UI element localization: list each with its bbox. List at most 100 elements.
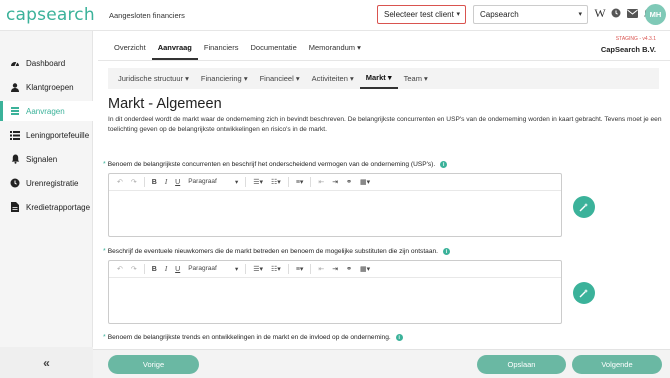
logo[interactable]: capsearch <box>0 5 97 25</box>
align-icon[interactable]: ≡▾ <box>292 261 308 278</box>
paragraph-select-value: Paragraaf <box>188 178 217 185</box>
toolbar-separator <box>310 264 312 274</box>
redo-icon[interactable]: ↷ <box>127 174 141 191</box>
outdent-icon[interactable]: ⇤ <box>314 261 328 278</box>
bullet-list-icon[interactable]: ☰▾ <box>249 261 267 278</box>
numbered-list-icon[interactable]: ☷▾ <box>267 261 285 278</box>
paragraph-select-value: Paragraaf <box>188 265 217 272</box>
question-label: * Benoem de belangrijkste trends en ontw… <box>103 334 403 341</box>
secondary-tabs: Juridische structuur ▾ Financiering ▾ Fi… <box>108 68 659 89</box>
magic-wand-button[interactable] <box>573 196 595 218</box>
toolbar-separator <box>245 177 247 187</box>
info-icon[interactable]: i <box>395 334 403 341</box>
paragraph-select[interactable]: Paragraaf ▾ <box>184 265 242 273</box>
sidebar-item-label: Aanvragen <box>26 106 65 116</box>
collapse-sidebar-button[interactable]: « <box>0 347 93 378</box>
link-icon[interactable]: ⚭ <box>342 261 356 278</box>
bold-icon[interactable]: B <box>148 261 161 278</box>
company-select[interactable]: Capsearch ▾ <box>473 5 588 24</box>
company-name: CapSearch B.V. <box>600 45 656 54</box>
sidebar-item-aanvragen[interactable]: Aanvragen <box>0 101 93 121</box>
align-icon[interactable]: ≡▾ <box>292 174 308 191</box>
italic-icon[interactable]: I <box>161 174 171 191</box>
sidebar-item-kredietrapportage[interactable]: Kredietrapportage <box>0 197 93 217</box>
tab-memorandum[interactable]: Memorandum ▾ <box>303 38 367 60</box>
users-icon <box>10 82 20 92</box>
indent-icon[interactable]: ⇥ <box>328 261 342 278</box>
subtab-financiering[interactable]: Financiering ▾ <box>195 68 254 89</box>
sidebar-item-label: Signalen <box>26 154 58 164</box>
rich-text-editor[interactable]: ↶ ↷ B I U Paragraaf ▾ ☰▾ ☷▾ ≡▾ ⇤ ⇥ ⚭ ▦▾ <box>108 173 562 237</box>
tab-overzicht[interactable]: Overzicht <box>108 38 152 60</box>
tab-aanvraag[interactable]: Aanvraag <box>151 38 198 60</box>
sidebar-item-urenregistratie[interactable]: Urenregistratie <box>0 173 93 193</box>
chevron-down-icon: ▾ <box>234 179 239 186</box>
toolbar-separator <box>143 264 145 274</box>
page-title: Markt - Algemeen <box>108 96 222 112</box>
sidebar-item-leningportefeuille[interactable]: Leningportefeuille <box>0 125 93 145</box>
chevron-down-icon: ▾ <box>234 266 239 273</box>
mail-icon[interactable] <box>626 7 638 19</box>
sidebar-item-signalen[interactable]: Signalen <box>0 149 93 169</box>
toolbar-separator <box>287 177 289 187</box>
sidebar-item-dashboard[interactable]: Dashboard <box>0 53 93 73</box>
editor-toolbar: ↶ ↷ B I U Paragraaf ▾ ☰▾ ☷▾ ≡▾ ⇤ ⇥ ⚭ ▦▾ <box>109 174 561 191</box>
paragraph-select[interactable]: Paragraaf ▾ <box>184 178 242 186</box>
intro-text: In dit onderdeel wordt de markt waar de … <box>108 116 662 133</box>
editor-toolbar: ↶ ↷ B I U Paragraaf ▾ ☰▾ ☷▾ ≡▾ ⇤ ⇥ ⚭ ▦▾ <box>109 261 561 278</box>
toolbar-separator <box>245 264 247 274</box>
sidebar-item-label: Leningportefeuille <box>26 130 90 140</box>
previous-button[interactable]: Vorige <box>108 355 199 374</box>
question-label: * Beschrijf de eventuele nieuwkomers die… <box>103 248 450 255</box>
indent-icon[interactable]: ⇥ <box>328 174 342 191</box>
sidebar-item-label: Kredietrapportage <box>26 202 91 212</box>
info-icon[interactable]: i <box>442 248 450 255</box>
next-button[interactable]: Volgende <box>572 355 662 374</box>
subtab-team[interactable]: Team ▾ <box>398 68 434 89</box>
divider <box>98 60 670 61</box>
numbered-list-icon[interactable]: ☷▾ <box>267 174 285 191</box>
subtab-financieel[interactable]: Financieel ▾ <box>254 68 306 89</box>
sidebar-item-klantgroepen[interactable]: Klantgroepen <box>0 77 93 97</box>
document-icon <box>10 202 20 212</box>
required-marker: * <box>103 248 106 255</box>
bold-icon[interactable]: B <box>148 174 161 191</box>
sidebar: Dashboard Klantgroepen Aanvragen Leningp… <box>0 31 93 378</box>
redo-icon[interactable]: ↷ <box>127 261 141 278</box>
tab-financiers[interactable]: Financiers <box>198 38 245 60</box>
undo-icon[interactable]: ↶ <box>113 174 127 191</box>
save-button[interactable]: Opslaan <box>477 355 566 374</box>
table-icon[interactable]: ▦▾ <box>356 261 374 278</box>
italic-icon[interactable]: I <box>161 261 171 278</box>
chevron-down-icon: ▾ <box>456 11 460 18</box>
clock-icon[interactable] <box>610 7 622 19</box>
underline-icon[interactable]: U <box>171 261 184 278</box>
w-icon[interactable]: W <box>594 6 606 20</box>
magic-wand-button[interactable] <box>573 282 595 304</box>
question-text: Benoem de belangrijkste trends en ontwik… <box>107 334 391 341</box>
subtab-juridische-structuur[interactable]: Juridische structuur ▾ <box>112 68 195 89</box>
link-icon[interactable]: ⚭ <box>342 174 356 191</box>
sidebar-item-label: Urenregistratie <box>26 178 79 188</box>
company-select-value: Capsearch <box>480 10 519 19</box>
avatar[interactable]: MH <box>645 4 666 25</box>
sidebar-item-label: Klantgroepen <box>26 82 74 92</box>
subtab-activiteiten[interactable]: Activiteiten ▾ <box>306 68 360 89</box>
tab-documentatie[interactable]: Documentatie <box>244 38 302 60</box>
outdent-icon[interactable]: ⇤ <box>314 174 328 191</box>
table-icon[interactable]: ▦▾ <box>356 174 374 191</box>
question-text: Benoem de belangrijkste concurrenten en … <box>107 161 436 168</box>
client-select[interactable]: Selecteer test client ▾ <box>377 5 466 24</box>
magic-wand-icon <box>579 203 588 212</box>
required-marker: * <box>103 161 106 168</box>
underline-icon[interactable]: U <box>171 174 184 191</box>
list-icon <box>10 130 20 140</box>
undo-icon[interactable]: ↶ <box>113 261 127 278</box>
client-select-value: Selecteer test client <box>384 10 454 19</box>
subtab-markt[interactable]: Markt ▾ <box>359 68 398 89</box>
primary-tabs: Overzicht Aanvraag Financiers Documentat… <box>108 38 367 60</box>
bullet-list-icon[interactable]: ☰▾ <box>249 174 267 191</box>
info-icon[interactable]: i <box>440 161 448 168</box>
rich-text-editor[interactable]: ↶ ↷ B I U Paragraaf ▾ ☰▾ ☷▾ ≡▾ ⇤ ⇥ ⚭ ▦▾ <box>108 260 562 324</box>
clock-icon <box>10 178 20 188</box>
